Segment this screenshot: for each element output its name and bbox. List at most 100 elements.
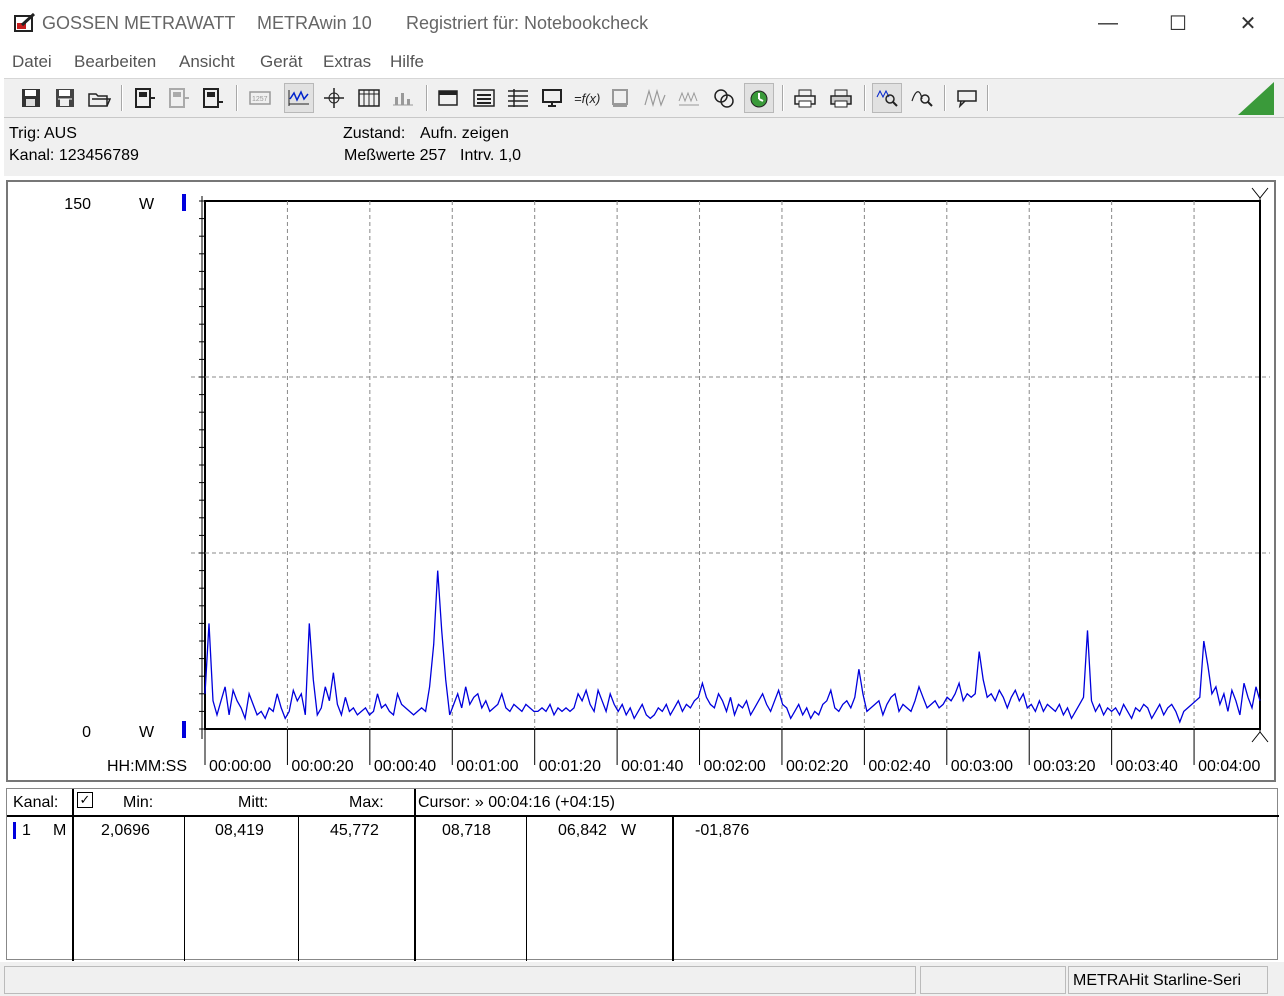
menu-ansicht[interactable]: Ansicht [179,52,235,72]
trigger-status: Trig: AUS [9,125,77,142]
counter-icon[interactable]: 1257 [245,83,275,113]
cursor-icon[interactable] [319,83,349,113]
x-tick-label: 00:04:00 [1198,758,1260,775]
x-tick-label: 00:01:40 [621,758,683,775]
device-disabled-icon[interactable] [164,83,194,113]
series-1-line [204,570,1261,724]
x-tick-label: 00:00:40 [374,758,436,775]
maximize-icon: ☐ [1169,12,1187,35]
col-header-mitt: Mitt: [238,794,269,811]
app-name: METRAwin 10 [257,13,372,33]
cursor-value-2: 06,842 [558,822,607,839]
status-bar: METRAHit Starline-Seri [0,962,1284,996]
channels-icon[interactable] [709,83,739,113]
info-panel: Trig: AUS Kanal: 123456789 Zustand: Aufn… [4,118,1284,176]
signal-grid-icon[interactable] [674,83,704,113]
signal-icon[interactable] [640,83,670,113]
x-tick-label: 00:03:20 [1033,758,1095,775]
cursor-position: Cursor: » 00:04:16 (+04:15) [418,794,616,811]
memory-icon[interactable] [606,83,636,113]
menu-bearbeiten[interactable]: Bearbeiten [74,52,156,72]
menu-hilfe[interactable]: Hilfe [390,52,424,72]
x-tick-label: 00:02:20 [786,758,848,775]
spreadsheet-icon[interactable] [503,83,533,113]
x-tick-label: 00:00:00 [209,758,271,775]
registration-text: Registriert für: Notebookcheck [406,13,649,33]
status-segment-middle [920,966,1066,994]
col-header-min: Min: [123,794,154,811]
x-tick-label: 00:03:40 [1116,758,1178,775]
chart-frame: 150 W 0 W HH:MM:SS 00:00:00 00:00:20 00:00… [6,180,1276,782]
title-bar: GOSSEN METRAWATT METRAwin 10 Registriert… [0,0,1284,46]
printer-icon[interactable] [790,83,820,113]
checkbox-all[interactable]: ✓ [77,792,93,808]
save-icon[interactable] [16,83,46,113]
maximize-button[interactable]: ☐ [1143,0,1213,46]
x-tick-label: 00:01:00 [456,758,518,775]
minimize-icon: — [1098,11,1118,34]
upper-limit-marker[interactable] [182,194,186,211]
app-logo-icon [14,13,36,32]
state-value: Aufn. zeigen [420,125,509,142]
save-as-icon[interactable] [50,83,80,113]
value-min: 2,0696 [101,822,150,839]
brand-title: GOSSEN METRAWATT [42,13,236,33]
close-button[interactable]: ✕ [1213,0,1283,46]
x-tick-label: 00:02:40 [868,758,930,775]
state-label: Zustand: [343,125,406,142]
zoom-waveform-icon[interactable] [872,83,902,113]
measurement-table: Kanal: ✓ Min: Mitt: Max: Cursor: » 00:04… [6,788,1279,961]
power-chart[interactable]: 150 W 0 W HH:MM:SS 00:00:00 00:00:20 00:00… [8,182,1274,780]
monitor-icon[interactable] [537,83,567,113]
sample-count: Meßwerte 257 [344,147,447,164]
device-name: METRAHit Starline-Seri [1073,972,1242,989]
channel-color-swatch [13,822,16,839]
minimize-button[interactable]: — [1073,0,1143,46]
device-read-icon[interactable] [130,83,160,113]
y-top-label: 150 [64,196,91,213]
channel-mode: M [53,822,67,839]
menu-geraet[interactable]: Gerät [260,52,303,72]
cursor-unit: W [621,822,637,839]
close-icon: ✕ [1239,12,1257,35]
menu-bar: Datei Bearbeiten Ansicht Gerät Extras Hi… [0,48,1284,76]
toolbar: 1257 =f(x) [4,78,1284,118]
table-icon[interactable] [354,83,384,113]
plot-area [204,200,1261,730]
trigger-icon[interactable] [744,83,774,113]
formula-icon[interactable]: =f(x) [571,83,601,113]
menu-extras[interactable]: Extras [323,52,371,72]
status-segment-main [4,966,916,994]
y-bottom-label: 0 [82,724,91,741]
open-folder-icon[interactable] [84,83,114,113]
lower-limit-marker[interactable] [182,721,186,738]
value-mitt: 08,419 [215,822,264,839]
waveform-display-icon[interactable] [284,83,314,113]
x-tick-label: 00:02:00 [704,758,766,775]
y-top-unit: W [139,196,155,213]
svg-text:1257: 1257 [252,96,268,103]
x-tick-label: 00:00:20 [291,758,353,775]
print-all-icon[interactable] [826,83,856,113]
x-axis-label: HH:MM:SS [107,758,187,775]
window-icon[interactable] [434,83,464,113]
zoom-out-icon[interactable] [907,83,937,113]
y-bottom-unit: W [139,724,155,741]
menu-datei[interactable]: Datei [12,52,52,72]
comment-icon[interactable] [952,83,982,113]
channel-number: 1 [22,822,31,839]
list-window-icon[interactable] [469,83,499,113]
cursor-value-1: 08,718 [442,822,491,839]
channel-list: Kanal: 123456789 [9,147,139,164]
x-tick-label: 00:03:00 [951,758,1013,775]
status-triangle-icon [1238,82,1274,115]
bar-view-icon[interactable] [388,83,418,113]
value-max: 45,772 [330,822,379,839]
interval: Intrv. 1,0 [460,147,522,164]
status-segment-device: METRAHit Starline-Seri [1068,966,1268,994]
device-icon[interactable] [198,83,228,113]
cursor-difference: -01,876 [695,822,750,839]
col-header-max: Max: [349,794,384,811]
x-tick-label: 00:01:20 [539,758,601,775]
svg-text:=f(x): =f(x) [574,91,600,106]
